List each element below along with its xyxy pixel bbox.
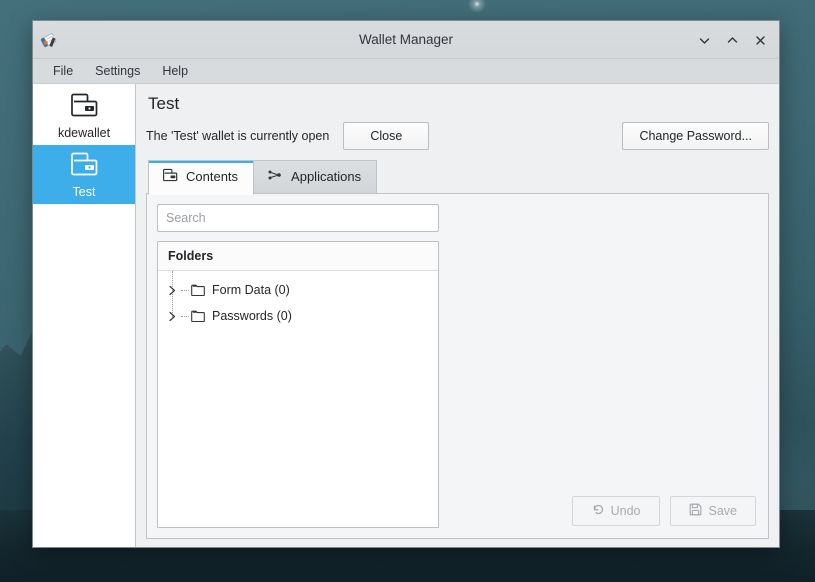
sidebar-item-label: Test <box>73 185 96 199</box>
undo-button[interactable]: Undo <box>572 496 660 526</box>
page-title: Test <box>148 94 769 114</box>
window-controls <box>691 21 773 59</box>
wallet-status-text: The 'Test' wallet is currently open <box>146 129 329 143</box>
tree-item-label: Form Data (0) <box>212 283 290 297</box>
sidebar-item-test[interactable]: Test <box>33 145 135 204</box>
contents-row: Folders <box>157 204 758 528</box>
menu-file[interactable]: File <box>42 61 84 81</box>
tab-label: Applications <box>291 169 361 184</box>
search-input[interactable] <box>157 204 439 232</box>
wallet-app-icon <box>39 29 61 51</box>
wallet-status-row: The 'Test' wallet is currently open Clos… <box>146 122 769 150</box>
wallet-icon <box>162 168 178 185</box>
folder-panel: Folders <box>157 241 439 528</box>
main-panel: Test The 'Test' wallet is currently open… <box>136 84 779 547</box>
chevron-right-icon[interactable] <box>166 311 179 322</box>
menubar: File Settings Help <box>33 59 779 84</box>
folders-column: Folders <box>157 204 439 528</box>
wallet-icon <box>69 92 99 123</box>
close-wallet-button[interactable]: Close <box>343 122 429 150</box>
sidebar-item-label: kdewallet <box>58 126 110 140</box>
contents-tab-panel: Folders <box>146 193 769 539</box>
tree-connector <box>181 290 189 291</box>
undo-label: Undo <box>611 504 641 518</box>
tab-label: Contents <box>186 169 238 184</box>
minimize-icon[interactable] <box>691 27 717 53</box>
save-button[interactable]: Save <box>670 496 757 526</box>
folder-icon <box>191 284 205 296</box>
tree-item-passwords[interactable]: Passwords (0) <box>158 303 438 329</box>
tabbar: Contents Applications <box>148 160 769 194</box>
save-label: Save <box>709 504 738 518</box>
folder-tree: Form Data (0) <box>158 271 438 329</box>
applications-dots-icon <box>267 168 283 185</box>
action-buttons: Undo Save <box>572 496 756 526</box>
change-password-button[interactable]: Change Password... <box>622 122 769 150</box>
wallet-icon <box>69 151 99 182</box>
tree-item-label: Passwords (0) <box>212 309 292 323</box>
folders-header: Folders <box>158 242 438 271</box>
window-body: kdewallet Test Test The 'Test' wallet <box>33 84 779 547</box>
undo-icon <box>591 503 604 519</box>
tab-contents[interactable]: Contents <box>148 160 254 195</box>
window-title: Wallet Manager <box>33 32 779 47</box>
titlebar: Wallet Manager <box>33 21 779 59</box>
tab-applications[interactable]: Applications <box>254 160 377 194</box>
chevron-right-icon[interactable] <box>166 285 179 296</box>
maximize-icon[interactable] <box>719 27 745 53</box>
entry-detail-area: Undo Save <box>439 204 758 528</box>
tree-connector <box>181 316 189 317</box>
wallet-manager-window: Wallet Manager File Settings Help <box>32 20 780 548</box>
tree-item-form-data[interactable]: Form Data (0) <box>158 277 438 303</box>
menu-help[interactable]: Help <box>151 61 199 81</box>
save-floppy-icon <box>689 503 702 519</box>
close-icon[interactable] <box>747 27 773 53</box>
menu-settings[interactable]: Settings <box>84 61 151 81</box>
wallet-list-sidebar: kdewallet Test <box>33 84 136 547</box>
sidebar-item-kdewallet[interactable]: kdewallet <box>33 86 135 145</box>
folder-icon <box>191 310 205 322</box>
